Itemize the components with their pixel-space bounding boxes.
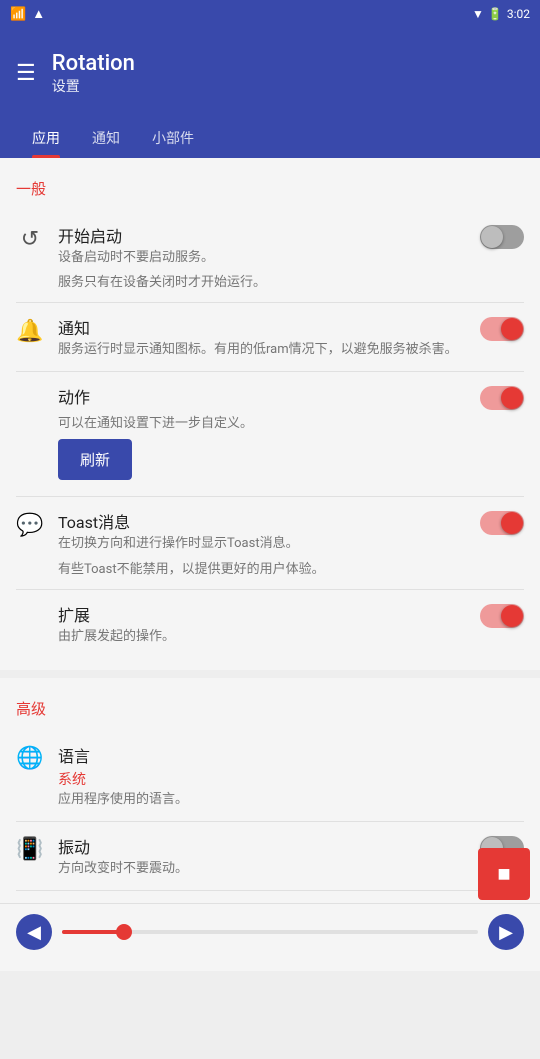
- vibration-row: 📳 振动 方向改变时不要震动。: [0, 822, 540, 890]
- action-icon: [16, 386, 44, 414]
- hamburger-menu-icon[interactable]: ☰: [16, 61, 36, 86]
- tabs-bar: 应用 通知 小部件: [0, 118, 540, 158]
- time-display: 3:02: [507, 7, 530, 21]
- status-bar: 📶 ▲ ▼ 🔋 3:02: [0, 0, 540, 28]
- action-content: 动作 可以在通知设置下进一步自定义。 刷新: [58, 384, 466, 484]
- seekbar-left-arrow[interactable]: ◀: [16, 914, 52, 950]
- top-bar: ☰ Rotation 设置: [0, 28, 540, 118]
- toast-icon: 💬: [16, 511, 44, 539]
- notification-toggle-container[interactable]: [480, 315, 524, 341]
- seekbar-right-arrow[interactable]: ▶: [488, 914, 524, 950]
- general-section-title: 一般: [0, 170, 540, 211]
- tab-app[interactable]: 应用: [16, 118, 76, 158]
- language-title: 语言: [58, 743, 524, 767]
- toast-title: Toast消息: [58, 509, 466, 533]
- notification-title: 通知: [58, 315, 466, 339]
- seekbar-track[interactable]: [62, 930, 478, 934]
- action-title: 动作: [58, 384, 466, 408]
- extend-toggle-container[interactable]: [480, 602, 524, 628]
- extend-title: 扩展: [58, 602, 466, 626]
- notification-toggle[interactable]: [480, 317, 524, 341]
- notification-row: 🔔 通知 服务运行时显示通知图标。有用的低ram情况下，以避免服务被杀害。: [0, 303, 540, 371]
- autostart-toggle[interactable]: [480, 225, 524, 249]
- top-bar-title: Rotation 设置: [52, 51, 135, 96]
- toast-content: Toast消息 在切换方向和进行操作时显示Toast消息。 有些Toast不能禁…: [58, 509, 466, 576]
- status-bar-right: ▼ 🔋 3:02: [472, 7, 530, 21]
- vibration-desc: 方向改变时不要震动。: [58, 860, 466, 878]
- language-content: 语言 系统 应用程序使用的语言。: [58, 743, 524, 809]
- autostart-toggle-knob: [481, 226, 503, 248]
- language-desc: 应用程序使用的语言。: [58, 791, 524, 809]
- seekbar-thumb[interactable]: [116, 924, 132, 940]
- seekbar-fill: [62, 930, 124, 934]
- autostart-desc2: 服务只有在设备关闭时才开始运行。: [58, 271, 466, 290]
- refresh-button[interactable]: 刷新: [58, 439, 132, 480]
- action-toggle-knob: [501, 387, 523, 409]
- action-row: 动作 可以在通知设置下进一步自定义。 刷新: [0, 372, 540, 496]
- tab-widget[interactable]: 小部件: [136, 118, 210, 158]
- toast-toggle-knob: [501, 512, 523, 534]
- status-bar-left: 📶 ▲: [10, 6, 45, 22]
- action-desc2: 可以在通知设置下进一步自定义。: [58, 412, 466, 431]
- toast-row: 💬 Toast消息 在切换方向和进行操作时显示Toast消息。 有些Toast不…: [0, 497, 540, 588]
- extend-icon: [16, 604, 44, 632]
- language-value: 系统: [58, 769, 524, 789]
- toast-toggle[interactable]: [480, 511, 524, 535]
- notification-content: 通知 服务运行时显示通知图标。有用的低ram情况下，以避免服务被杀害。: [58, 315, 466, 359]
- notification-toggle-knob: [501, 318, 523, 340]
- extend-desc: 由扩展发起的操作。: [58, 628, 466, 646]
- wifi-icon: ▲: [32, 6, 45, 22]
- toast-toggle-container[interactable]: [480, 509, 524, 535]
- extend-row: 扩展 由扩展发起的操作。: [0, 590, 540, 658]
- page-title: 设置: [52, 76, 135, 96]
- toast-desc2: 有些Toast不能禁用，以提供更好的用户体验。: [58, 558, 466, 577]
- wifi-status-icon: ▼: [472, 7, 484, 21]
- autostart-content: 开始启动 设备启动时不要启动服务。 服务只有在设备关闭时才开始运行。: [58, 223, 466, 290]
- action-toggle-container[interactable]: [480, 384, 524, 410]
- seekbar-area: ◀ ▶: [0, 903, 540, 960]
- language-icon: 🌐: [16, 745, 44, 773]
- signal-icon: 📶: [10, 7, 26, 22]
- general-section: 一般 ↺ 开始启动 设备启动时不要启动服务。 服务只有在设备关闭时才开始运行。 …: [0, 158, 540, 670]
- toast-desc: 在切换方向和进行操作时显示Toast消息。: [58, 535, 466, 553]
- autostart-icon: ↺: [16, 225, 44, 253]
- extend-toggle-knob: [501, 605, 523, 627]
- extend-content: 扩展 由扩展发起的操作。: [58, 602, 466, 646]
- extend-toggle[interactable]: [480, 604, 524, 628]
- autostart-row: ↺ 开始启动 设备启动时不要启动服务。 服务只有在设备关闭时才开始运行。: [0, 211, 540, 302]
- fab-stop-button[interactable]: ■: [478, 848, 530, 900]
- tab-notify[interactable]: 通知: [76, 118, 136, 158]
- autostart-toggle-container[interactable]: [480, 223, 524, 249]
- app-title: Rotation: [52, 51, 135, 76]
- notification-icon: 🔔: [16, 317, 44, 345]
- vibration-content: 振动 方向改变时不要震动。: [58, 834, 466, 878]
- autostart-title: 开始启动: [58, 223, 466, 247]
- vibration-icon: 📳: [16, 836, 44, 864]
- advanced-section-title: 高级: [0, 690, 540, 731]
- language-row[interactable]: 🌐 语言 系统 应用程序使用的语言。: [0, 731, 540, 821]
- action-toggle[interactable]: [480, 386, 524, 410]
- notification-desc: 服务运行时显示通知图标。有用的低ram情况下，以避免服务被杀害。: [58, 341, 466, 359]
- battery-icon: 🔋: [488, 7, 503, 21]
- autostart-desc: 设备启动时不要启动服务。: [58, 249, 466, 267]
- vibration-title: 振动: [58, 834, 466, 858]
